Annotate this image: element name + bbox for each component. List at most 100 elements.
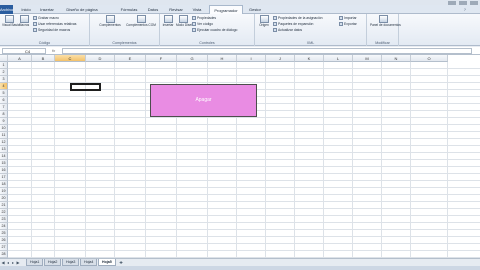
row-header-14[interactable]: 14 xyxy=(0,153,8,160)
column-header-h[interactable]: H xyxy=(208,55,237,62)
row-header-1[interactable]: 1 xyxy=(0,62,8,69)
tab-insertar[interactable]: Insertar xyxy=(36,5,58,14)
sheet-tab-hoja2[interactable]: Hoja2 xyxy=(44,259,62,266)
tab-datos[interactable]: Datos xyxy=(144,5,162,14)
column-header-j[interactable]: J xyxy=(266,55,295,62)
column-header-d[interactable]: D xyxy=(86,55,115,62)
group-label-modificar: Modificar xyxy=(375,41,390,45)
row-header-12[interactable]: 12 xyxy=(0,139,8,146)
row-header-8[interactable]: 8 xyxy=(0,111,8,118)
column-header-n[interactable]: N xyxy=(382,55,411,62)
row-header-28[interactable]: 28 xyxy=(0,251,8,258)
new-sheet-icon[interactable]: ✚ xyxy=(118,260,124,265)
help-icon[interactable]: ? xyxy=(464,7,466,12)
run-dialog-button[interactable]: Ejecutar cuadro de diálogo xyxy=(192,27,237,32)
map-properties-button[interactable]: Propiedades de la asignación xyxy=(273,15,323,20)
row-header-2[interactable]: 2 xyxy=(0,69,8,76)
toolbox-icon xyxy=(163,15,173,23)
addins-button[interactable]: Complementos xyxy=(96,15,124,37)
row-gridline xyxy=(8,117,480,118)
column-header-g[interactable]: G xyxy=(177,55,208,62)
row-header-18[interactable]: 18 xyxy=(0,181,8,188)
tab-diseno-pagina[interactable]: Diseño de página xyxy=(60,5,104,14)
row-gridline xyxy=(8,194,480,195)
row-header-3[interactable]: 3 xyxy=(0,76,8,83)
row-header-11[interactable]: 11 xyxy=(0,132,8,139)
column-header-f[interactable]: F xyxy=(146,55,177,62)
sheet-tab-hoja1[interactable]: Hoja1 xyxy=(26,259,44,266)
document-panel-button[interactable]: Panel de documentos xyxy=(370,15,401,37)
row-gridline xyxy=(8,222,480,223)
sheet-tab-hoja3[interactable]: Hoja3 xyxy=(62,259,80,266)
row-header-17[interactable]: 17 xyxy=(0,174,8,181)
record-macro-button[interactable]: Grabar macro xyxy=(33,15,59,20)
row-header-21[interactable]: 21 xyxy=(0,202,8,209)
sheet-tab-hoja5[interactable]: Hoja5 xyxy=(98,259,116,266)
active-cell[interactable] xyxy=(70,83,101,91)
row-header-9[interactable]: 9 xyxy=(0,118,8,125)
row-header-5[interactable]: 5 xyxy=(0,90,8,97)
row-gridline xyxy=(8,124,480,125)
macros-button[interactable]: Macros xyxy=(17,15,31,37)
com-addins-button[interactable]: Complementos COM xyxy=(126,15,156,37)
row-header-25[interactable]: 25 xyxy=(0,230,8,237)
row-header-15[interactable]: 15 xyxy=(0,160,8,167)
worksheet-grid[interactable]: A B C D E F G H I J K L M N O 1 2 3 4 5 6 7 8 9 10 11 12 13 14 15 16 17… xyxy=(0,55,480,258)
row-header-19[interactable]: 19 xyxy=(0,188,8,195)
macros-icon xyxy=(19,15,29,23)
tab-revisar[interactable]: Revisar xyxy=(166,5,186,14)
row-header-24[interactable]: 24 xyxy=(0,223,8,230)
row-header-13[interactable]: 13 xyxy=(0,146,8,153)
tab-archivo[interactable]: Archivo xyxy=(0,5,13,14)
dialog-icon xyxy=(192,27,196,32)
column-header-m[interactable]: M xyxy=(353,55,382,62)
xml-source-button[interactable]: Origen xyxy=(257,15,271,37)
view-code-button[interactable]: Ver código xyxy=(192,21,213,26)
column-header-i[interactable]: I xyxy=(237,55,266,62)
design-mode-button[interactable]: Modo Diseño xyxy=(176,15,195,37)
tab-gestor[interactable]: Gestor xyxy=(246,5,264,14)
visual-basic-button[interactable]: Visual Basic xyxy=(2,15,19,37)
row-header-20[interactable]: 20 xyxy=(0,195,8,202)
column-header-o[interactable]: O xyxy=(411,55,448,62)
row-header-4[interactable]: 4 xyxy=(0,83,8,90)
fx-icon[interactable]: fx xyxy=(52,48,55,53)
properties-button[interactable]: Propiedades xyxy=(192,15,216,20)
select-all-corner[interactable] xyxy=(0,55,8,62)
next-sheet-icon[interactable]: ▸ xyxy=(11,260,15,265)
row-header-16[interactable]: 16 xyxy=(0,167,8,174)
relative-refs-button[interactable]: Usar referencias relativas xyxy=(33,21,76,26)
row-header-26[interactable]: 26 xyxy=(0,237,8,244)
row-header-7[interactable]: 7 xyxy=(0,104,8,111)
prev-sheet-icon[interactable]: ◂ xyxy=(6,260,10,265)
row-header-22[interactable]: 22 xyxy=(0,209,8,216)
column-header-l[interactable]: L xyxy=(324,55,353,62)
column-header-e[interactable]: E xyxy=(115,55,146,62)
sheet-tab-hoja4[interactable]: Hoja4 xyxy=(80,259,98,266)
macro-button-apagar[interactable]: Apagar xyxy=(150,84,257,117)
row-header-27[interactable]: 27 xyxy=(0,244,8,251)
name-box[interactable]: C4 xyxy=(2,48,46,54)
row-gridline xyxy=(8,166,480,167)
formula-input[interactable] xyxy=(62,48,472,54)
first-sheet-icon[interactable]: ◀ xyxy=(1,260,5,265)
tab-inicio[interactable]: Inicio xyxy=(18,5,34,14)
row-header-10[interactable]: 10 xyxy=(0,125,8,132)
refresh-data-button[interactable]: Actualizar datos xyxy=(273,27,302,32)
column-header-b[interactable]: B xyxy=(32,55,55,62)
column-header-c[interactable]: C xyxy=(55,55,86,62)
expansion-packs-button[interactable]: Paquetes de expansión xyxy=(273,21,313,26)
row-header-23[interactable]: 23 xyxy=(0,216,8,223)
insert-control-button[interactable]: Insertar xyxy=(161,15,175,37)
tab-vista[interactable]: Vista xyxy=(189,5,205,14)
last-sheet-icon[interactable]: ▶ xyxy=(16,260,20,265)
column-header-k[interactable]: K xyxy=(295,55,324,62)
export-button[interactable]: Exportar xyxy=(339,21,357,26)
import-button[interactable]: Importar xyxy=(339,15,357,20)
tab-formulas[interactable]: Fórmulas xyxy=(118,5,140,14)
relative-refs-icon xyxy=(33,21,37,26)
expansion-packs-icon xyxy=(273,21,277,26)
column-header-a[interactable]: A xyxy=(8,55,32,62)
macro-security-button[interactable]: Seguridad de macros xyxy=(33,27,70,32)
row-header-6[interactable]: 6 xyxy=(0,97,8,104)
